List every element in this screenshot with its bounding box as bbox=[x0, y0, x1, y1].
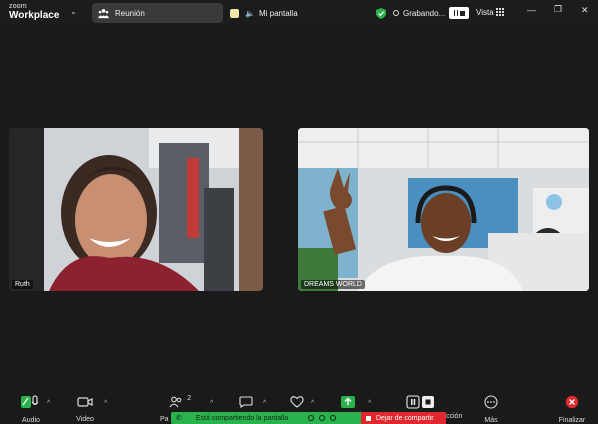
end-meeting-label: Finalizar bbox=[558, 417, 586, 424]
sharing-status-label: Está compartiendo la pantalla bbox=[195, 414, 289, 422]
video-button[interactable]: Video bbox=[72, 395, 98, 423]
pause-stop-icon bbox=[406, 395, 434, 409]
share-screen-button[interactable] bbox=[340, 395, 356, 413]
close-icon[interactable]: ✕ bbox=[581, 6, 589, 15]
more-label: Más bbox=[484, 417, 498, 424]
chat-icon bbox=[239, 396, 253, 409]
recording-label: Grabando... bbox=[403, 8, 446, 18]
audio-label: Audio bbox=[22, 417, 40, 424]
audio-button[interactable]: Audio bbox=[14, 395, 48, 424]
tab-meeting-label: Reunión bbox=[115, 8, 145, 18]
zoom-logo: zoom Workplace bbox=[9, 3, 59, 21]
participants-count: 2 bbox=[187, 395, 192, 402]
microphone-icon bbox=[21, 395, 39, 408]
share-arrow-icon bbox=[341, 396, 355, 408]
participant-name-ruth: Ruth bbox=[12, 280, 33, 289]
recording-status: Grabando... bbox=[376, 5, 470, 21]
minimize-icon[interactable]: — bbox=[527, 6, 536, 15]
view-label[interactable]: Vista bbox=[476, 8, 494, 17]
video-options-chevron-icon[interactable]: ^ bbox=[104, 400, 107, 407]
chat-options-chevron-icon[interactable]: ^ bbox=[263, 400, 266, 407]
tab-my-screen[interactable]: 🔈 Mi pantalla bbox=[230, 3, 298, 23]
info-icon[interactable] bbox=[319, 415, 326, 421]
stop-icon bbox=[366, 415, 371, 421]
more-icon bbox=[484, 395, 498, 409]
chat-button[interactable] bbox=[236, 395, 256, 413]
stop-sharing-button[interactable]: Dejar de compartir bbox=[361, 412, 446, 424]
video-feed-dreams-world bbox=[298, 128, 589, 291]
security-icon[interactable] bbox=[330, 415, 337, 421]
reactions-button[interactable] bbox=[287, 395, 307, 413]
heart-icon bbox=[290, 396, 304, 408]
people-icon bbox=[98, 8, 109, 18]
logo-zoom-text: zoom bbox=[9, 3, 27, 10]
end-meeting-icon bbox=[565, 395, 579, 409]
video-label: Video bbox=[76, 416, 94, 423]
speaker-icon: 🔈 bbox=[245, 8, 255, 18]
video-tile-ruth[interactable]: Ruth bbox=[9, 128, 263, 291]
title-bar: zoom Workplace ⌄ Reunión 🔈 Mi pantalla G… bbox=[0, 0, 598, 26]
share-options-chevron-icon[interactable]: ^ bbox=[368, 400, 371, 407]
stop-recording-icon[interactable] bbox=[460, 10, 465, 16]
video-feed-ruth bbox=[9, 128, 263, 291]
participants-icon bbox=[169, 396, 182, 408]
screen-sharing-banner[interactable]: ✆ Está compartiendo la pantalla bbox=[171, 412, 361, 424]
pause-recording-icon[interactable] bbox=[453, 10, 458, 16]
record-icon bbox=[393, 10, 399, 16]
phone-icon: ✆ bbox=[176, 415, 182, 422]
tab-meeting[interactable]: Reunión bbox=[92, 3, 223, 23]
participants-options-chevron-icon[interactable]: ^ bbox=[210, 400, 213, 407]
audio-options-chevron-icon[interactable]: ^ bbox=[47, 400, 50, 407]
tab-my-screen-label: Mi pantalla bbox=[258, 8, 298, 18]
chevron-down-icon[interactable]: ⌄ bbox=[70, 7, 77, 16]
grid-view-icon[interactable] bbox=[496, 8, 504, 16]
shield-check-icon[interactable] bbox=[376, 7, 386, 19]
more-button[interactable]: Más bbox=[480, 395, 502, 424]
participant-name-dreams-world: DREAMS WORLD bbox=[301, 280, 365, 289]
end-meeting-button[interactable]: Finalizar bbox=[556, 395, 588, 424]
video-tile-dreams-world[interactable]: DREAMS WORLD bbox=[298, 128, 589, 291]
reactions-label-partial: cción bbox=[446, 413, 463, 420]
restore-icon[interactable]: ❐ bbox=[554, 5, 562, 14]
logo-workplace-text: Workplace bbox=[9, 10, 60, 21]
screen-share-icon bbox=[230, 8, 239, 18]
reactions-options-chevron-icon[interactable]: ^ bbox=[311, 400, 314, 407]
stop-sharing-label: Dejar de compartir bbox=[376, 414, 434, 422]
camera-icon bbox=[77, 397, 93, 407]
recording-controls bbox=[449, 7, 470, 19]
volume-icon[interactable] bbox=[308, 415, 315, 421]
